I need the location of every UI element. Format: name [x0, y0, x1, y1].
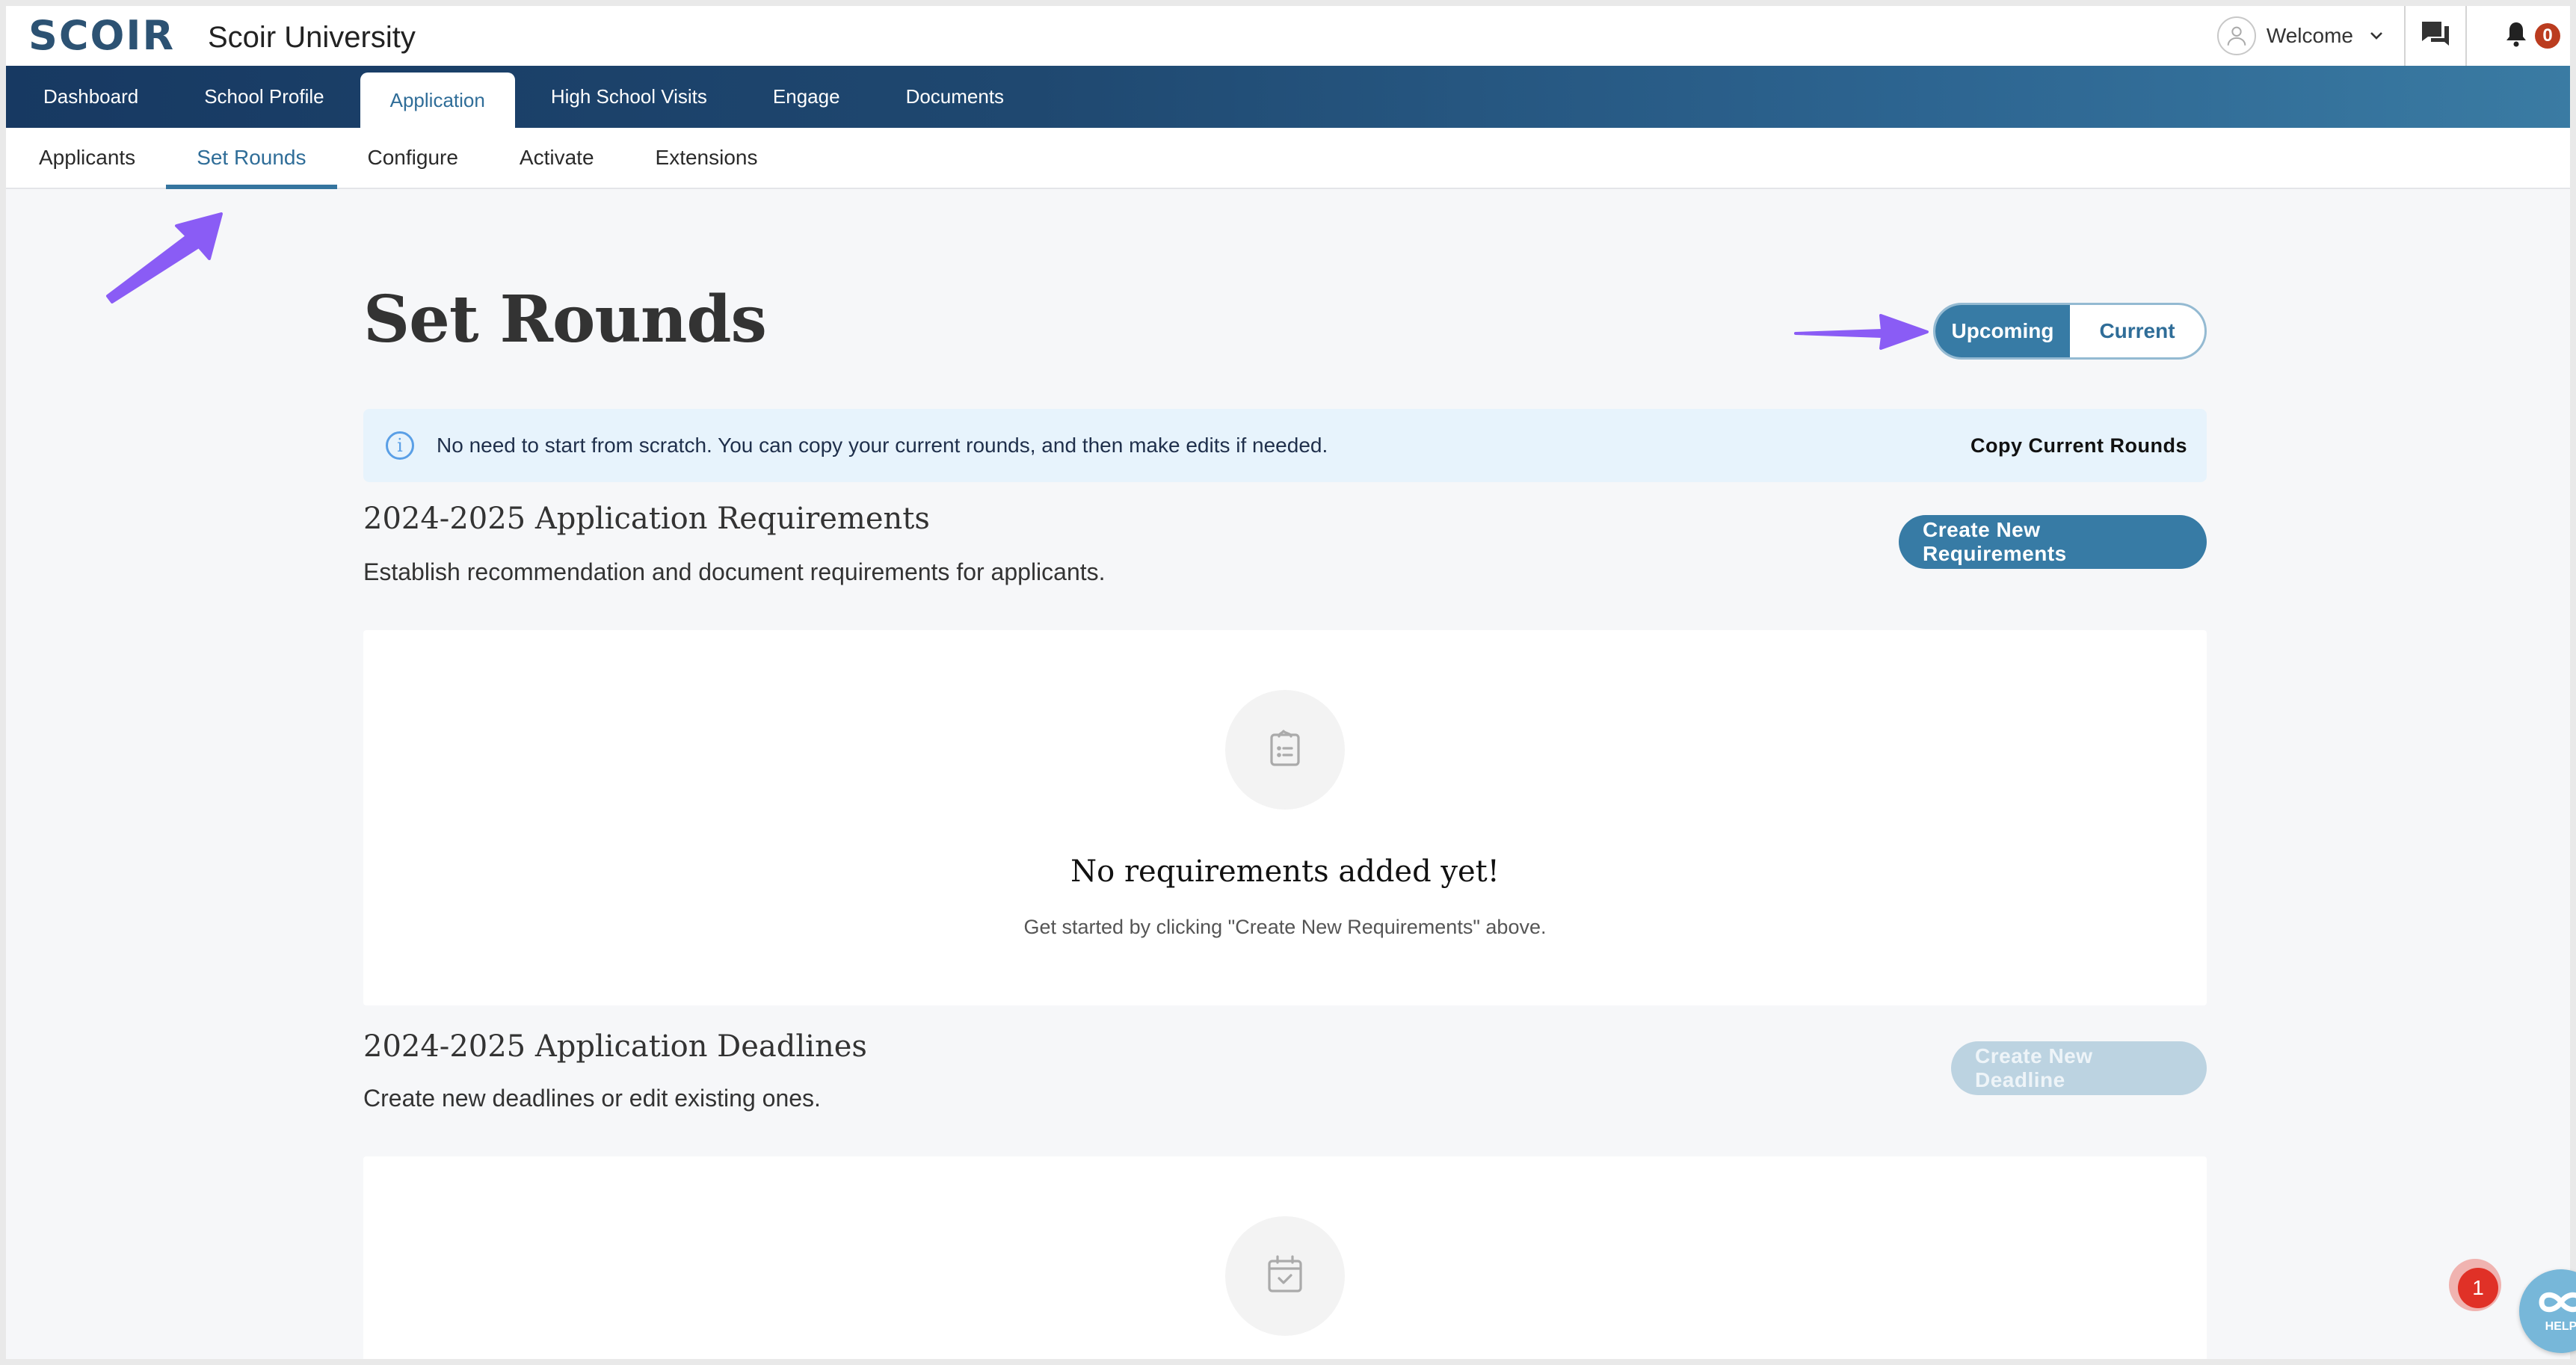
welcome-dropdown[interactable]: Welcome [2267, 24, 2353, 48]
calendar-check-icon [1266, 1254, 1304, 1298]
subnav-tab-extensions[interactable]: Extensions [625, 128, 789, 188]
deadlines-section-title: 2024-2025 Application Deadlines [363, 1029, 867, 1064]
copy-current-rounds-link[interactable]: Copy Current Rounds [1970, 434, 2187, 457]
app-window: SCOIR Scoir University Welcome 0 Dashboa… [6, 6, 2570, 1359]
messages-button[interactable] [2406, 6, 2465, 66]
subnav-tab-set-rounds[interactable]: Set Rounds [166, 128, 337, 189]
info-banner-text: No need to start from scratch. You can c… [437, 434, 1328, 457]
toggle-upcoming[interactable]: Upcoming [1935, 305, 2070, 357]
empty-state-subtitle: Get started by clicking "Create New Requ… [1023, 916, 1547, 938]
subnav-tab-activate[interactable]: Activate [489, 128, 625, 188]
subnav-tab-configure[interactable]: Configure [337, 128, 489, 188]
nav-tab-school-profile[interactable]: School Profile [171, 66, 357, 128]
notification-count-badge: 0 [2535, 23, 2560, 49]
nav-tab-application[interactable]: Application [360, 73, 515, 128]
sub-nav: Applicants Set Rounds Configure Activate… [6, 128, 2570, 189]
requirements-section-subtitle: Establish recommendation and document re… [363, 558, 1106, 585]
nav-tab-high-school-visits[interactable]: High School Visits [518, 66, 740, 128]
scoir-logo[interactable]: SCOIR [28, 12, 175, 59]
page-title: Set Rounds [363, 282, 767, 357]
empty-state-title: No requirements added yet! [1070, 854, 1500, 889]
nav-tab-dashboard[interactable]: Dashboard [6, 66, 171, 128]
chat-bubbles-icon [2421, 20, 2450, 52]
chevron-down-icon[interactable] [2370, 28, 2383, 45]
annotation-arrow-toggle [1794, 314, 1929, 350]
top-header: SCOIR Scoir University Welcome 0 [6, 6, 2570, 66]
clipboard-list-icon [1269, 729, 1301, 771]
toggle-current[interactable]: Current [2070, 305, 2204, 357]
annotation-arrow-set-rounds [106, 212, 223, 303]
infinity-logo-icon [2537, 1289, 2576, 1319]
info-icon: i [386, 431, 414, 460]
deadlines-section-subtitle: Create new deadlines or edit existing on… [363, 1085, 821, 1112]
rounds-toggle: Upcoming Current [1933, 303, 2207, 360]
user-menu-area: Welcome [2216, 6, 2467, 66]
header-divider [2465, 6, 2467, 66]
requirements-section-title: 2024-2025 Application Requirements [363, 502, 930, 536]
subnav-tab-applicants[interactable]: Applicants [6, 128, 166, 188]
help-label: HELP [2545, 1319, 2576, 1333]
user-avatar-icon[interactable] [2216, 16, 2256, 55]
nav-tab-documents[interactable]: Documents [873, 66, 1038, 128]
create-new-deadline-button[interactable]: Create New Deadline [1951, 1041, 2207, 1095]
help-badge-count: 1 [2458, 1268, 2498, 1308]
empty-state-icon-circle [1225, 1216, 1345, 1336]
create-new-requirements-button[interactable]: Create New Requirements [1899, 515, 2207, 569]
bell-icon [2505, 21, 2527, 52]
empty-state-icon-circle [1225, 690, 1345, 810]
requirements-empty-state: No requirements added yet! Get started b… [363, 630, 2207, 1005]
info-banner: i No need to start from scratch. You can… [363, 409, 2207, 482]
main-nav: Dashboard School Profile Application Hig… [6, 66, 2570, 128]
notifications-button[interactable]: 0 [2495, 6, 2570, 66]
deadlines-empty-state [363, 1156, 2207, 1359]
nav-tab-engage[interactable]: Engage [740, 66, 873, 128]
school-name: Scoir University [208, 21, 416, 54]
